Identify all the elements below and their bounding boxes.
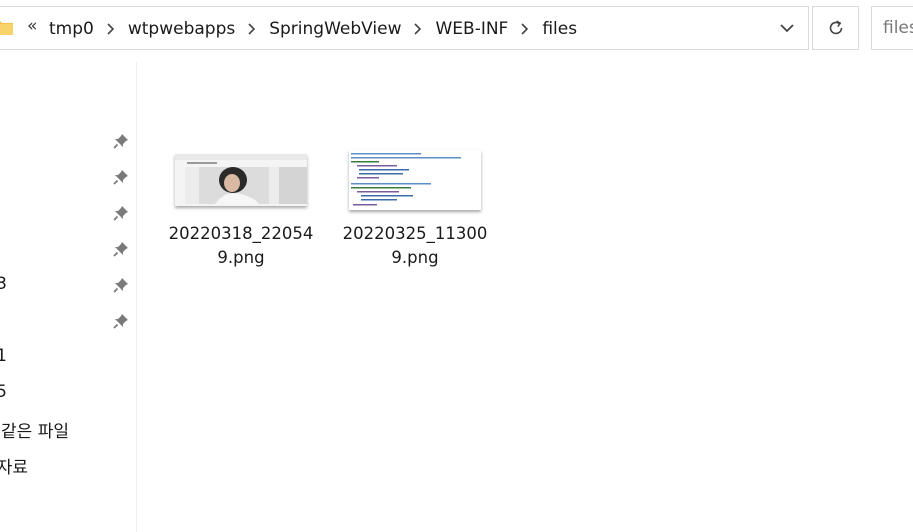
breadcrumb-item-wtpwebapps[interactable]: wtpwebapps [128,18,235,40]
search-input[interactable]: files [871,6,913,50]
refresh-icon [829,20,842,35]
breadcrumb-overflow-button[interactable]: « [27,16,37,36]
breadcrumb-item-tmp0[interactable]: tmp0 [49,18,94,40]
chevron-down-icon [779,23,794,32]
file-name-line: 9.png [217,248,265,267]
file-thumbnail [340,140,490,220]
nav-item[interactable]: 5 [0,382,7,402]
pin-icon [113,134,128,149]
nav-item[interactable]: 3 [0,274,7,294]
file-item[interactable]: 20220318_22054 9.png [166,140,316,270]
breadcrumb: tmp0 wtpwebapps SpringWebView WEB-INF fi… [49,18,577,40]
pin-icon [113,314,128,329]
folder-icon [0,21,13,35]
chevron-right-icon[interactable] [235,18,269,40]
pin-icon [113,242,128,257]
nav-item[interactable]: 같은 파일 [0,417,69,442]
file-name: 20220318_22054 9.png [166,222,316,270]
chevron-right-icon[interactable] [401,18,435,40]
breadcrumb-item-web-inf[interactable]: WEB-INF [435,18,508,40]
chevron-right-icon[interactable] [508,18,542,40]
nav-item[interactable]: 1 [0,346,7,366]
breadcrumb-item-springwebview[interactable]: SpringWebView [269,18,401,40]
pin-icon [113,278,128,293]
file-name-line: 9.png [391,248,439,267]
pin-icon [113,206,128,221]
image-thumbnail [349,150,481,210]
chevron-right-icon[interactable] [94,18,128,40]
pane-divider[interactable] [136,62,137,532]
refresh-button[interactable] [812,6,859,50]
file-name-line: 20220318_22054 [168,224,314,243]
address-bar[interactable]: « tmp0 wtpwebapps SpringWebView WEB-INF … [0,6,809,50]
file-thumbnail [166,140,316,220]
nav-item[interactable]: 자료 [0,453,28,478]
image-thumbnail [175,154,307,206]
file-name: 20220325_11300 9.png [340,222,490,270]
pin-icon [113,170,128,185]
address-history-dropdown[interactable] [765,7,808,49]
file-name-line: 20220325_11300 [342,224,488,243]
breadcrumb-item-files[interactable]: files [542,18,577,40]
file-item[interactable]: 20220325_11300 9.png [340,140,490,270]
